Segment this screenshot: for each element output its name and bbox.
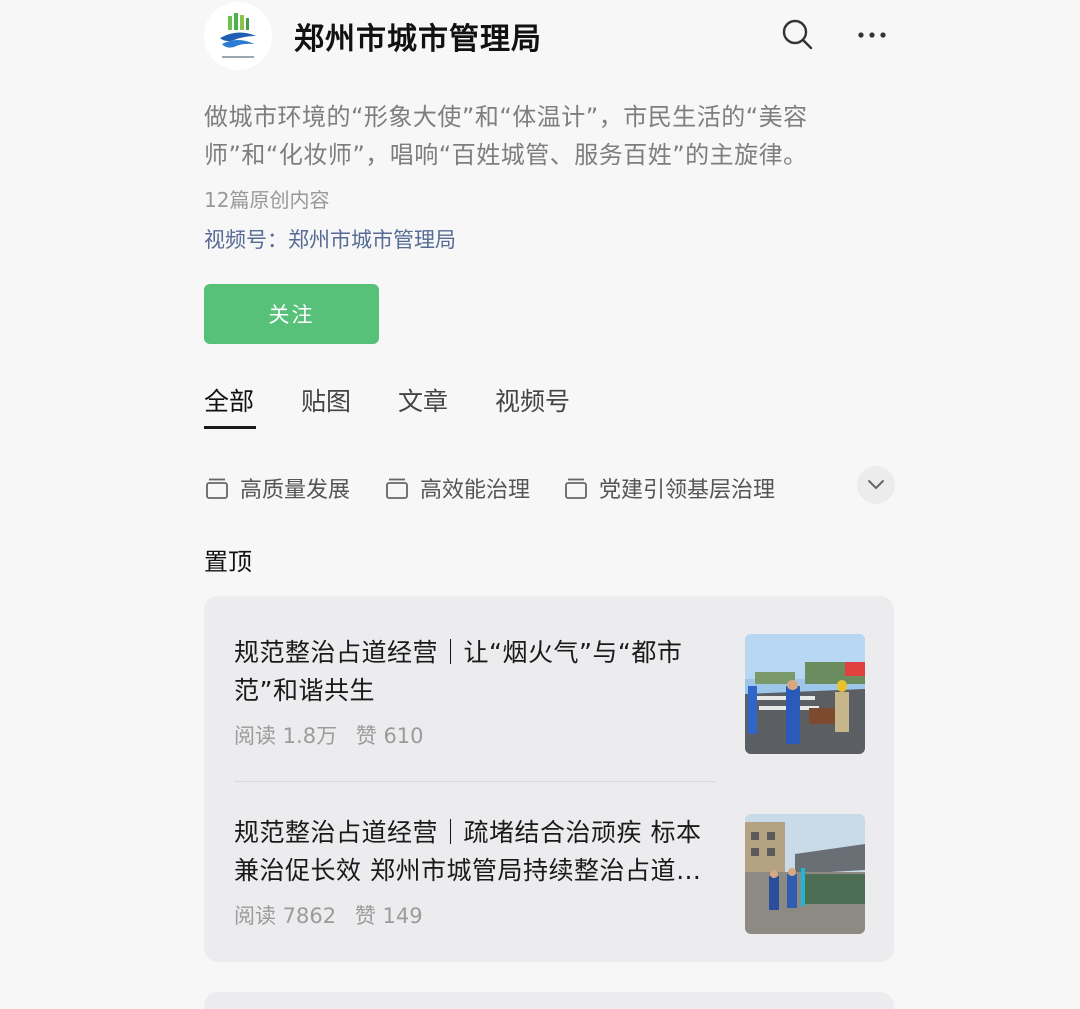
article-item[interactable]: 规范整治占道经营｜疏堵结合治顽疾 标本兼治促长效 郑州市城管局持续整治占道经营 … — [234, 814, 865, 964]
video-channel-link[interactable]: 视频号：郑州市城市管理局 — [204, 224, 456, 254]
tab-stickers[interactable]: 贴图 — [301, 382, 351, 418]
article-thumbnail — [745, 634, 865, 754]
pinned-card: 规范整治占道经营｜让“烟火气”与“都市范”和谐共生 阅读 1.8万 赞 610 — [204, 596, 894, 962]
article-stats: 阅读 7862 赞 149 — [234, 900, 423, 930]
article-thumbnail — [745, 814, 865, 934]
account-name: 郑州市城市管理局 — [294, 22, 542, 57]
search-icon[interactable] — [780, 17, 816, 53]
chevron-down-icon — [868, 480, 884, 489]
album-icon — [565, 478, 587, 499]
read-count: 阅读 7862 — [234, 904, 337, 928]
official-account-page: 郑州市城市管理局 做城市环境的“形象大使”和“体温计”，市民生活的“美容师”和“… — [0, 0, 1080, 1009]
album-label: 高质量发展 — [240, 478, 351, 503]
album-label: 党建引领基层治理 — [599, 478, 776, 503]
pinned-section-title: 置顶 — [204, 548, 252, 576]
tab-articles[interactable]: 文章 — [398, 382, 448, 418]
next-card — [204, 992, 894, 1009]
article-title: 规范整治占道经营｜疏堵结合治顽疾 标本兼治促长效 郑州市城管局持续整治占道经营 — [234, 818, 702, 885]
header: 郑州市城市管理局 — [204, 0, 894, 72]
album-item[interactable]: 高质量发展 — [204, 472, 350, 504]
like-count: 赞 610 — [355, 724, 424, 748]
album-item[interactable]: 党建引领基层治理 — [563, 472, 775, 504]
active-tab-indicator — [204, 426, 256, 429]
album-list: 高质量发展 高效能治理 党建引领基层治理 — [204, 466, 896, 506]
article-stats: 阅读 1.8万 赞 610 — [234, 720, 424, 750]
tab-video-channel[interactable]: 视频号 — [495, 382, 570, 418]
account-avatar[interactable] — [204, 2, 272, 70]
read-count: 阅读 1.8万 — [234, 724, 338, 748]
original-article-count: 12篇原创内容 — [204, 188, 330, 212]
like-count: 赞 149 — [354, 904, 423, 928]
album-icon — [206, 478, 228, 499]
article-title: 规范整治占道经营｜让“烟火气”与“都市范”和谐共生 — [234, 638, 683, 705]
article-divider — [234, 781, 716, 782]
account-description: 做城市环境的“形象大使”和“体温计”，市民生活的“美容师”和“化妆师”，唱响“百… — [204, 103, 808, 169]
more-options-icon[interactable] — [854, 17, 890, 53]
album-icon — [386, 478, 408, 499]
album-item[interactable]: 高效能治理 — [384, 472, 530, 504]
article-item[interactable]: 规范整治占道经营｜让“烟火气”与“都市范”和谐共生 阅读 1.8万 赞 610 — [234, 634, 865, 784]
album-label: 高效能治理 — [420, 478, 531, 503]
expand-albums-button[interactable] — [857, 466, 895, 504]
follow-button[interactable]: 关注 — [204, 284, 379, 344]
tab-all[interactable]: 全部 — [204, 382, 254, 418]
account-logo-icon — [204, 2, 272, 70]
